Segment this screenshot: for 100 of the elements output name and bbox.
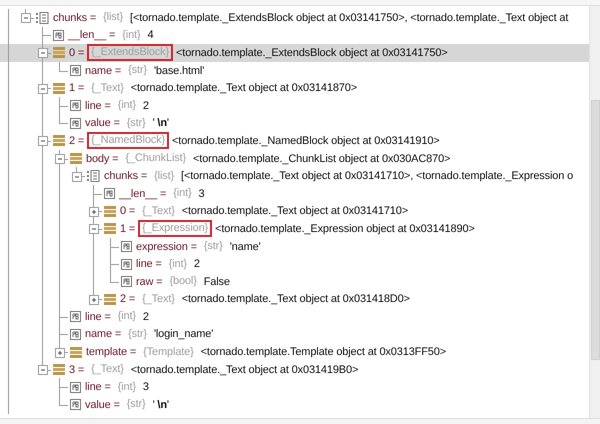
tree-row[interactable]: 1 = {_Expression} <tornado.template._Expression object at 0x03141890> [0, 220, 589, 238]
variable-name: 0 = [120, 205, 136, 218]
variable-value: <tornado.template.Template object at 0x0313FF50> [200, 346, 446, 358]
object-icon [53, 135, 65, 146]
collapse-icon[interactable] [38, 365, 48, 376]
expand-icon[interactable] [55, 348, 65, 358]
field-icon [70, 118, 81, 129]
variable-name: 3 = [69, 364, 84, 376]
scrollbar[interactable] [589, 6, 600, 418]
variable-value: 2 [142, 100, 149, 112]
variable-name: 2 = [120, 293, 136, 306]
variable-name: name = [85, 64, 122, 77]
type-label: {_Text} [141, 292, 176, 307]
type-label: {str} [126, 116, 147, 131]
tree-row[interactable]: 1 = {_Text} <tornado.template._Text object at 0x03141870> [0, 79, 589, 97]
field-icon [70, 328, 81, 340]
tree-row[interactable]: raw = {bool} False [0, 272, 589, 290]
list-icon [87, 170, 100, 182]
variable-name: body = [86, 152, 118, 165]
variable-value: [<tornado.template._ExtendsBlock object at 0x03141750>, <tornado.template._Text object at [130, 12, 568, 24]
variable-name: __len__ = [119, 188, 166, 200]
tree-row[interactable]: chunks = {list} [<tornado.template._ExtendsBlock object at 0x03141750>, <tornado.template._Text object at [0, 9, 589, 27]
variable-value: 'base.html' [154, 64, 204, 77]
expand-icon[interactable] [89, 206, 99, 217]
field-icon [121, 258, 132, 270]
variable-name: line = [85, 310, 111, 323]
variable-name: 1 = [69, 82, 84, 94]
tree-row[interactable]: 0 = {_Text} <tornado.template._Text object at 0x03141710> [0, 202, 589, 220]
tree-row[interactable]: 3 = {_Text} <tornado.template._Text object at 0x031419B0> [0, 360, 589, 378]
tree-row[interactable]: __len__ = {int} 3 [0, 184, 589, 203]
variable-value: <tornado.template._Text object at 0x031419B0> [130, 364, 358, 376]
variable-name: chunks = [104, 170, 148, 182]
collapse-icon[interactable] [38, 48, 48, 58]
type-label: {list} [153, 168, 176, 184]
type-label: {_ChunkList} [124, 151, 188, 166]
collapse-icon[interactable] [21, 13, 31, 24]
tree-row[interactable]: line = {int} 2 [0, 308, 589, 326]
type-label: {str} [202, 239, 224, 254]
object-icon [53, 364, 65, 376]
field-icon [70, 382, 81, 393]
tree-row[interactable]: 2 = {_NamedBlock} <tornado.template._NamedBlock object at 0x03141910> [0, 132, 589, 150]
variable-name: 0 = [69, 46, 84, 59]
tree-row[interactable]: name = {str} 'login_name' [0, 326, 589, 344]
variable-value: ' \n' [152, 398, 169, 411]
variable-value: 2 [194, 258, 200, 270]
variable-value: <tornado.template._Text object at 0x031418D0> [182, 293, 410, 306]
variable-name: line = [85, 381, 111, 394]
variable-value: <tornado.template._ChunkList object at 0x030AC870> [193, 152, 450, 165]
collapse-icon[interactable] [89, 224, 99, 234]
type-label: {int} [172, 186, 192, 202]
collapse-icon[interactable] [38, 136, 48, 146]
variable-value: 2 [142, 310, 149, 323]
tree-row[interactable]: line = {int} 2 [0, 96, 589, 115]
variable-value: False [204, 276, 230, 288]
tree-row[interactable]: name = {str} 'base.html' [0, 62, 589, 80]
variable-name: line = [85, 100, 111, 112]
type-label: {_Text} [90, 80, 125, 96]
type-label: {_Text} [90, 362, 125, 378]
collapse-icon[interactable] [55, 154, 65, 164]
variable-name: value = [85, 117, 120, 130]
tree-row[interactable]: template = {Template} <tornado.template.Template object at 0x0313FF50> [0, 343, 589, 361]
type-label: {int} [168, 256, 188, 272]
variable-name: expression = [136, 240, 197, 253]
type-label: {_Expression} [138, 220, 212, 238]
variable-value: <tornado.template._Text object at 0x03141870> [130, 82, 358, 94]
variable-value: <tornado.template._Expression object at 0x03141890> [215, 222, 475, 235]
field-icon [70, 399, 81, 410]
tree-row[interactable]: line = {int} 2 [0, 255, 589, 273]
tree-row[interactable]: 2 = {_Text} <tornado.template._Text object at 0x031418D0> [0, 290, 589, 308]
object-icon [104, 294, 116, 305]
variable-value: 'name' [230, 240, 261, 253]
collapse-icon[interactable] [72, 172, 82, 182]
type-label: {int} [116, 98, 137, 114]
type-label: {int} [121, 28, 142, 43]
variable-name: template = [86, 346, 136, 358]
tree-row[interactable]: value = {str} ' \n' [0, 396, 589, 414]
tree-row[interactable]: value = {str} ' \n' [0, 114, 589, 132]
tree-row[interactable]: chunks = {list} [<tornado.template._Text object at 0x03141710>, <tornado.template._Expression o [0, 167, 589, 185]
variable-value: 3 [198, 188, 204, 200]
variable-name: chunks = [53, 12, 96, 24]
type-label: {_NamedBlock} [87, 132, 170, 150]
type-label: {str} [127, 63, 148, 78]
type-label: {Template} [142, 344, 195, 360]
variable-value: <tornado.template._NamedBlock object at 0x03141910> [172, 134, 440, 147]
object-icon [104, 223, 116, 234]
variable-value: [<tornado.template._Text object at 0x03141710>, <tornado.template._Expression o [181, 170, 574, 182]
tree-row[interactable]: __len__ = {int} 4 [0, 26, 589, 44]
field-icon [70, 311, 81, 322]
field-icon [104, 188, 115, 200]
collapse-icon[interactable] [38, 84, 48, 94]
variable-value: <tornado.template._Text object at 0x03141710> [182, 205, 408, 218]
tree-row[interactable]: body = {_ChunkList} <tornado.template._ChunkList object at 0x030AC870> [0, 150, 589, 168]
field-icon [121, 276, 132, 288]
variable-name: 2 = [69, 134, 84, 147]
expand-icon[interactable] [89, 294, 99, 305]
tree-row[interactable]: line = {int} 3 [0, 378, 589, 396]
tree-row[interactable]: expression = {str} 'name' [0, 238, 589, 256]
object-icon [104, 206, 116, 217]
object-icon [70, 346, 82, 358]
field-icon [53, 30, 64, 41]
